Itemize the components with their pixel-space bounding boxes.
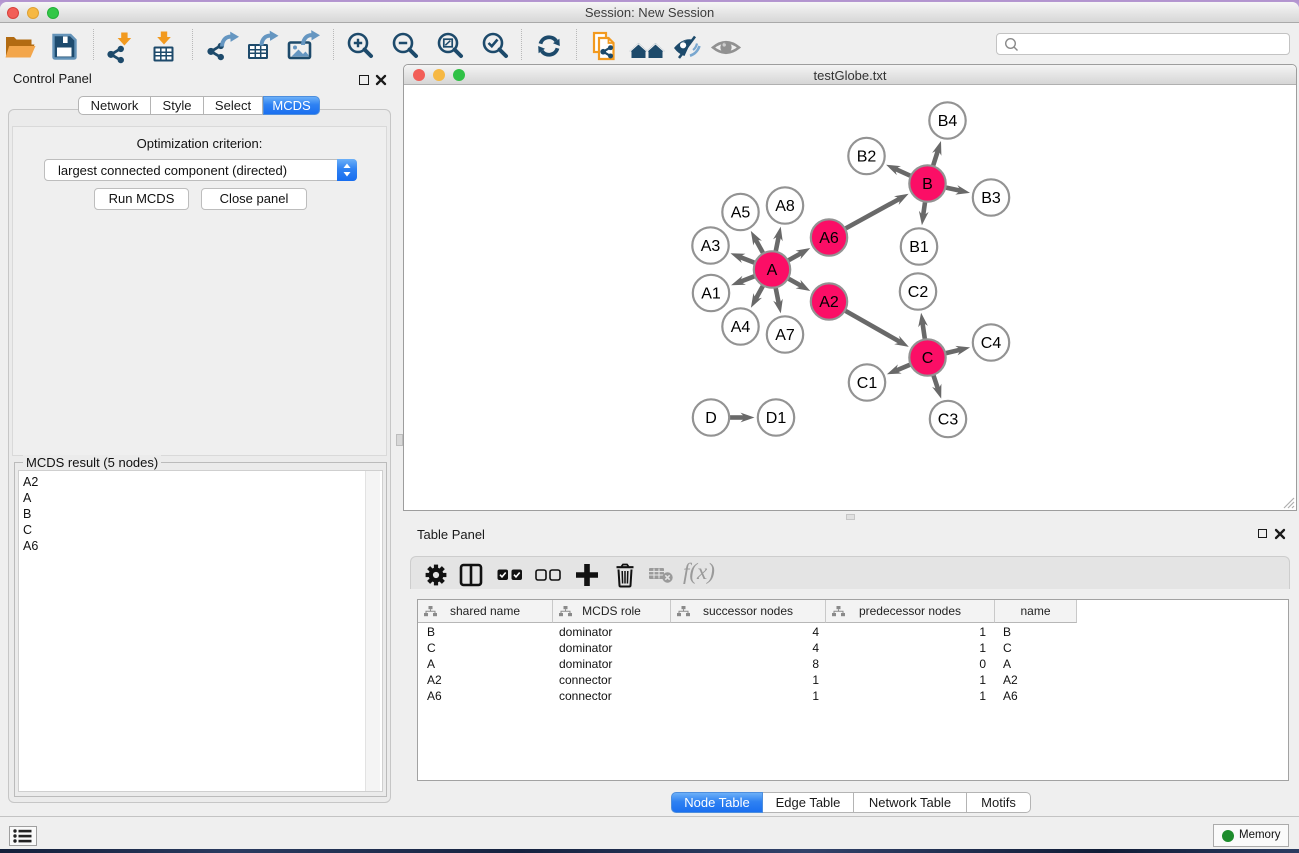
svg-text:C3: C3 xyxy=(938,412,959,429)
svg-text:D: D xyxy=(705,410,717,427)
svg-text:B: B xyxy=(922,176,933,193)
svg-text:A: A xyxy=(767,262,778,279)
svg-text:B2: B2 xyxy=(857,149,877,166)
svg-text:A6: A6 xyxy=(819,230,839,247)
svg-text:A7: A7 xyxy=(775,327,795,344)
svg-text:D1: D1 xyxy=(766,410,787,427)
svg-text:C2: C2 xyxy=(908,284,929,301)
svg-text:C1: C1 xyxy=(857,375,878,392)
svg-text:C4: C4 xyxy=(981,335,1002,352)
svg-text:B3: B3 xyxy=(981,190,1001,207)
svg-text:B1: B1 xyxy=(909,239,929,256)
svg-text:A8: A8 xyxy=(775,198,795,215)
svg-text:C: C xyxy=(922,350,934,367)
svg-text:A1: A1 xyxy=(701,286,721,303)
svg-text:A4: A4 xyxy=(731,319,751,336)
svg-text:B4: B4 xyxy=(938,113,958,130)
svg-text:A2: A2 xyxy=(819,294,839,311)
svg-text:A5: A5 xyxy=(731,205,751,222)
svg-text:A3: A3 xyxy=(701,238,721,255)
